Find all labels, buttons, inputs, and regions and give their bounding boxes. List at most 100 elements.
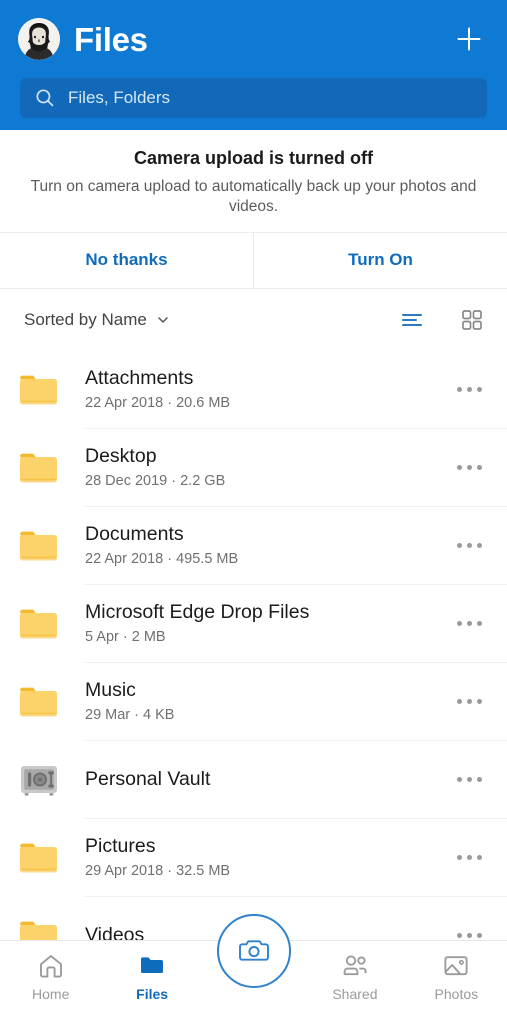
grid-view-toggle[interactable] bbox=[459, 307, 485, 333]
search-bar[interactable]: Files, Folders bbox=[20, 78, 487, 118]
more-options-icon bbox=[456, 387, 462, 393]
onedrive-files-screen: Files Files, Folders Camera upload is tu… bbox=[0, 0, 507, 1024]
page-title: Files bbox=[74, 20, 148, 58]
file-row[interactable]: Desktop 28 Dec 2019 · 2.2 GB bbox=[0, 428, 507, 507]
add-button[interactable] bbox=[449, 19, 489, 59]
file-text-block: Pictures 29 Apr 2018 · 32.5 MB bbox=[74, 835, 447, 881]
view-toggle-group bbox=[399, 307, 485, 333]
folder-icon bbox=[20, 375, 57, 405]
file-icon bbox=[18, 760, 74, 800]
nav-label-home: Home bbox=[32, 986, 70, 1002]
more-options-icon bbox=[456, 543, 462, 549]
file-more-options-button[interactable] bbox=[447, 933, 491, 939]
banner-actions: No thanks Turn On bbox=[0, 231, 507, 289]
file-name: Personal Vault bbox=[85, 768, 211, 791]
file-row[interactable]: Attachments 22 Apr 2018 · 20.6 MB bbox=[0, 350, 507, 429]
folder-icon bbox=[20, 843, 57, 873]
camera-icon bbox=[238, 940, 269, 961]
file-name: Desktop bbox=[85, 445, 157, 468]
file-meta: 28 Dec 2019 · 2.2 GB bbox=[85, 473, 226, 490]
file-row[interactable]: Documents 22 Apr 2018 · 495.5 MB bbox=[0, 506, 507, 585]
file-name: Music bbox=[85, 679, 136, 702]
nav-item-shared[interactable]: Shared bbox=[304, 951, 405, 1002]
file-more-options-button[interactable] bbox=[447, 855, 491, 861]
file-row[interactable]: Music 29 Mar · 4 KB bbox=[0, 662, 507, 741]
turn-on-button[interactable]: Turn On bbox=[253, 232, 507, 288]
file-more-options-button[interactable] bbox=[447, 543, 491, 549]
search-input-placeholder[interactable]: Files, Folders bbox=[68, 88, 170, 108]
list-view-icon bbox=[402, 313, 422, 326]
file-text-block: Music 29 Mar · 4 KB bbox=[74, 679, 447, 725]
photo-icon bbox=[444, 956, 468, 976]
sort-and-view-bar: Sorted by Name bbox=[0, 289, 507, 351]
file-more-options-button[interactable] bbox=[447, 621, 491, 627]
file-name: Microsoft Edge Drop Files bbox=[85, 601, 310, 624]
sort-dropdown[interactable]: Sorted by Name bbox=[24, 310, 170, 330]
banner-text-block: Camera upload is turned off Turn on came… bbox=[0, 130, 507, 232]
sort-label: Sorted by Name bbox=[24, 309, 147, 329]
search-icon bbox=[36, 89, 54, 107]
plus-icon bbox=[457, 27, 481, 51]
list-view-toggle[interactable] bbox=[399, 307, 425, 333]
folder-icon bbox=[20, 609, 57, 639]
camera-fab-button[interactable] bbox=[216, 914, 291, 988]
file-icon bbox=[18, 604, 74, 644]
file-more-options-button[interactable] bbox=[447, 387, 491, 393]
nav-item-photos[interactable]: Photos bbox=[406, 951, 507, 1002]
file-name: Documents bbox=[85, 523, 184, 546]
folder-icon bbox=[20, 531, 57, 561]
file-more-options-button[interactable] bbox=[447, 777, 491, 783]
nav-label-shared: Shared bbox=[332, 986, 378, 1002]
vault-safe-icon bbox=[21, 765, 57, 796]
file-icon bbox=[18, 526, 74, 566]
file-name: Attachments bbox=[85, 367, 194, 390]
file-meta: 29 Mar · 4 KB bbox=[85, 707, 175, 724]
more-options-icon bbox=[456, 855, 462, 861]
more-options-icon bbox=[456, 465, 462, 471]
avatar[interactable] bbox=[18, 18, 60, 60]
file-text-block: Attachments 22 Apr 2018 · 20.6 MB bbox=[74, 367, 447, 413]
user-portrait-avatar-icon bbox=[18, 18, 60, 60]
more-options-icon bbox=[456, 621, 462, 627]
file-icon bbox=[18, 838, 74, 878]
camera-upload-banner: Camera upload is turned off Turn on came… bbox=[0, 130, 507, 289]
chevron-down-icon bbox=[158, 317, 168, 323]
more-options-icon bbox=[456, 699, 462, 705]
file-row[interactable]: Personal Vault bbox=[0, 740, 507, 819]
header-top-row: Files bbox=[18, 0, 489, 78]
file-text-block: Microsoft Edge Drop Files 5 Apr · 2 MB bbox=[74, 601, 447, 647]
bottom-navigation: Home Files Shared Photos bbox=[0, 914, 507, 1024]
file-text-block: Desktop 28 Dec 2019 · 2.2 GB bbox=[74, 445, 447, 491]
file-meta: 22 Apr 2018 · 495.5 MB bbox=[85, 551, 239, 568]
file-row[interactable]: Microsoft Edge Drop Files 5 Apr · 2 MB bbox=[0, 584, 507, 663]
banner-subtitle: Turn on camera upload to automatically b… bbox=[30, 178, 477, 216]
grid-view-icon bbox=[462, 310, 482, 330]
folder-icon bbox=[20, 453, 57, 483]
file-icon bbox=[18, 682, 74, 722]
people-icon bbox=[343, 955, 367, 976]
nav-label-files: Files bbox=[136, 986, 169, 1002]
file-meta: 29 Apr 2018 · 32.5 MB bbox=[85, 863, 231, 880]
home-icon bbox=[39, 955, 62, 978]
file-more-options-button[interactable] bbox=[447, 465, 491, 471]
app-header: Files Files, Folders bbox=[0, 0, 507, 130]
file-more-options-button[interactable] bbox=[447, 699, 491, 705]
file-text-block: Personal Vault bbox=[74, 768, 447, 791]
more-options-icon bbox=[456, 777, 462, 783]
file-list: Attachments 22 Apr 2018 · 20.6 MB Desktop 2… bbox=[0, 350, 507, 975]
folder-icon bbox=[20, 687, 57, 717]
banner-title: Camera upload is turned off bbox=[133, 148, 374, 168]
nav-item-files[interactable]: Files bbox=[101, 951, 202, 1002]
no-thanks-button[interactable]: No thanks bbox=[0, 232, 253, 288]
file-text-block: Documents 22 Apr 2018 · 495.5 MB bbox=[74, 523, 447, 569]
file-meta: 5 Apr · 2 MB bbox=[85, 629, 166, 646]
file-icon bbox=[18, 370, 74, 410]
file-name: Pictures bbox=[85, 835, 156, 858]
nav-item-home[interactable]: Home bbox=[0, 951, 101, 1002]
file-icon bbox=[18, 448, 74, 488]
nav-label-photos: Photos bbox=[434, 986, 479, 1002]
folder-filled-icon bbox=[141, 957, 164, 973]
file-row[interactable]: Pictures 29 Apr 2018 · 32.5 MB bbox=[0, 818, 507, 897]
file-meta: 22 Apr 2018 · 20.6 MB bbox=[85, 395, 231, 412]
more-options-icon bbox=[456, 933, 462, 939]
